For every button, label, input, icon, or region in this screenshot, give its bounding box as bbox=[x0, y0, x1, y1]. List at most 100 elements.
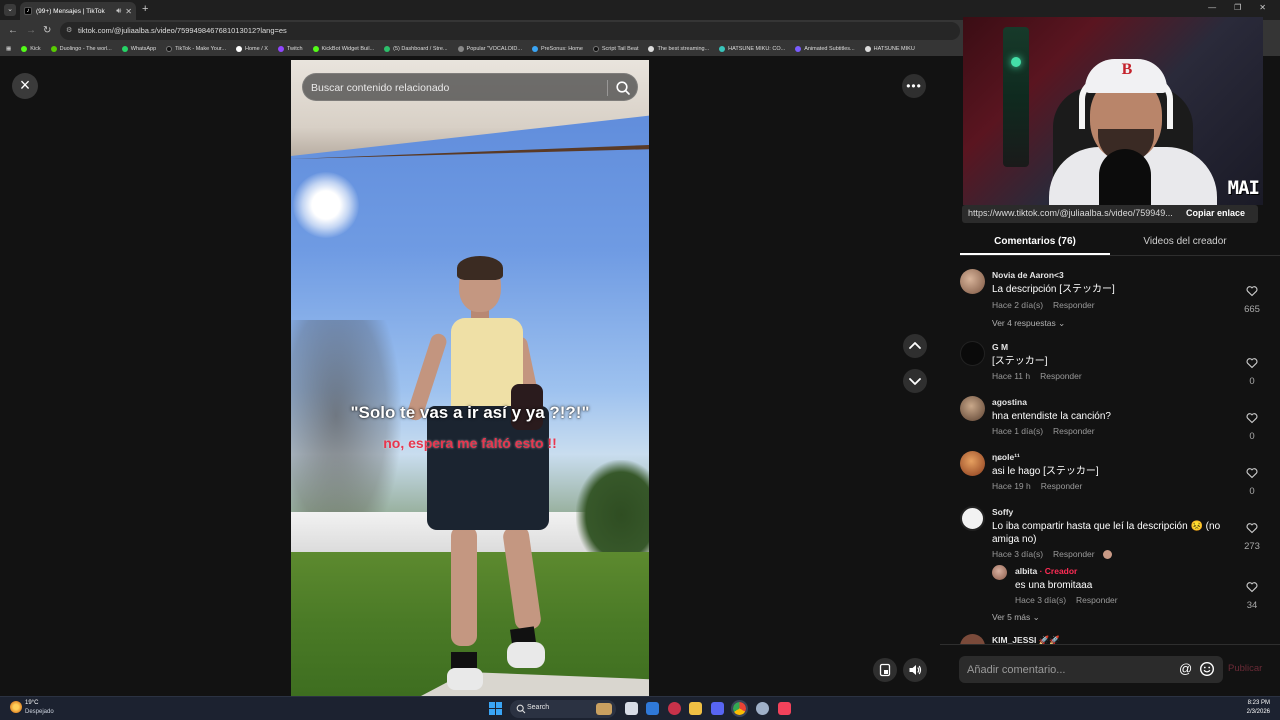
like-button[interactable]: 0 bbox=[1243, 466, 1261, 497]
reply-button[interactable]: Responder bbox=[1053, 549, 1095, 559]
tab-creator-videos[interactable]: Videos del creador bbox=[1110, 236, 1260, 247]
picture-in-picture-button[interactable] bbox=[873, 658, 897, 682]
like-button[interactable]: 0 bbox=[1243, 411, 1261, 442]
comment-username[interactable]: ηɕole¹¹ bbox=[992, 452, 1020, 462]
next-video-button[interactable] bbox=[903, 369, 927, 393]
url-field[interactable]: ⚙ tiktok.com/@juliaalba.s/video/75994984… bbox=[60, 22, 960, 40]
emoji-icon[interactable] bbox=[1199, 661, 1215, 677]
opera-icon[interactable] bbox=[668, 702, 681, 715]
clock-time[interactable]: 8:23 PM bbox=[1248, 700, 1270, 706]
bookmark-vocaloid[interactable]: Popular "VOCALOID... bbox=[457, 46, 522, 52]
bookmark-label: KickBot Widget Buil... bbox=[321, 46, 375, 52]
bookmark-duolingo[interactable]: Duolingo - The worl... bbox=[50, 46, 112, 52]
forward-icon[interactable]: → bbox=[26, 25, 36, 36]
comment-time: Hace 2 día(s) bbox=[992, 300, 1044, 310]
avatar[interactable] bbox=[960, 634, 985, 644]
file-explorer-icon[interactable] bbox=[689, 702, 702, 715]
reply-button[interactable]: Responder bbox=[1040, 371, 1082, 381]
avatar[interactable] bbox=[960, 341, 985, 366]
bookmark-twitch[interactable]: Twitch bbox=[277, 46, 303, 52]
chrome-icon[interactable] bbox=[731, 700, 748, 717]
new-tab-button[interactable]: + bbox=[142, 3, 148, 15]
bookmark-kick[interactable]: Kick bbox=[21, 46, 41, 52]
comment-username[interactable]: Novia de Aaron<3 bbox=[992, 270, 1064, 280]
like-button[interactable]: 34 bbox=[1243, 580, 1261, 611]
comment-username[interactable]: Soffy bbox=[992, 507, 1013, 517]
comment-input[interactable] bbox=[967, 661, 1167, 678]
like-button[interactable]: 665 bbox=[1243, 284, 1261, 315]
weather-icon[interactable] bbox=[10, 701, 22, 713]
search-divider bbox=[607, 80, 608, 96]
comment-meta: Hace 19 h Responder bbox=[992, 481, 1082, 491]
site-info-icon[interactable]: ⚙ bbox=[66, 22, 72, 40]
bookmark-script[interactable]: Script Tail Beat bbox=[592, 46, 638, 52]
bookmark-hatsune[interactable]: HATSUNE MIKU bbox=[864, 46, 915, 52]
speaker-icon[interactable]: 🔊︎ bbox=[116, 6, 121, 16]
bookmark-tiktok[interactable]: TikTok - Make Your... bbox=[166, 46, 226, 52]
close-tab-icon[interactable]: ✕ bbox=[125, 7, 132, 16]
mention-icon[interactable]: @ bbox=[1179, 661, 1192, 676]
comment-text: Lo iba compartir hasta que leí la descri… bbox=[992, 521, 1221, 545]
weather-temperature[interactable]: 19°C bbox=[25, 700, 38, 706]
bookmark-dashboard[interactable]: (5) Dashboard / Stre... bbox=[384, 46, 448, 52]
avatar[interactable] bbox=[992, 565, 1007, 580]
like-button[interactable]: 0 bbox=[1243, 356, 1261, 387]
windows-start-icon[interactable] bbox=[489, 702, 502, 715]
like-button[interactable]: 273 bbox=[1243, 521, 1261, 552]
copy-link-button[interactable]: Copiar enlace bbox=[1186, 208, 1245, 218]
comment-username[interactable]: G M bbox=[992, 342, 1008, 352]
bookmark-streaming[interactable]: The best streaming... bbox=[648, 46, 709, 52]
clock-date[interactable]: 2/3/2026 bbox=[1247, 709, 1270, 715]
browser-tab-active[interactable]: ♪ (99+) Mensajes | TikTok 🔊︎ ✕ bbox=[20, 2, 136, 20]
search-icon[interactable] bbox=[615, 80, 631, 96]
reply-button[interactable]: Responder bbox=[1053, 300, 1095, 310]
view-replies-button[interactable]: Ver 4 respuestas ⌄ bbox=[992, 318, 1065, 329]
previous-video-button[interactable] bbox=[903, 334, 927, 358]
maximize-icon[interactable]: ❐ bbox=[1234, 3, 1241, 12]
search-input[interactable] bbox=[311, 79, 601, 97]
bookmark-label: Duolingo - The worl... bbox=[59, 46, 112, 52]
taskbar-search[interactable]: Search bbox=[510, 700, 616, 718]
share-link-url[interactable]: https://www.tiktok.com/@juliaalba.s/vide… bbox=[968, 208, 1180, 218]
bookmark-x[interactable]: Home / X bbox=[236, 46, 268, 52]
bookmark-kickbot[interactable]: KickBot Widget Buil... bbox=[312, 46, 375, 52]
heart-icon bbox=[1246, 286, 1258, 297]
avatar[interactable] bbox=[960, 269, 985, 294]
heart-icon bbox=[1246, 582, 1258, 593]
bookmark-whatsapp[interactable]: WhatsApp bbox=[121, 46, 156, 52]
avatar[interactable] bbox=[960, 506, 985, 531]
like-count: 0 bbox=[1249, 486, 1255, 497]
reply-button[interactable]: Responder bbox=[1053, 426, 1095, 436]
tab-search-button[interactable]: ⌄ bbox=[4, 4, 16, 16]
discord-icon[interactable] bbox=[711, 702, 724, 715]
bookmark-subtitles[interactable]: Animated Subtitles... bbox=[795, 46, 855, 52]
tab-comments[interactable]: Comentarios (76) bbox=[960, 236, 1110, 247]
publish-button[interactable]: Publicar bbox=[1228, 663, 1262, 674]
reply-button[interactable]: Responder bbox=[1076, 595, 1118, 605]
minimize-icon[interactable]: — bbox=[1208, 3, 1216, 12]
back-icon[interactable]: ← bbox=[8, 25, 18, 36]
apps-icon[interactable]: ▦ bbox=[6, 46, 11, 52]
weather-description[interactable]: Despejado bbox=[25, 709, 54, 715]
settings-icon[interactable] bbox=[756, 702, 769, 715]
comment-username[interactable]: KIM_JESSI 🚀🚀 bbox=[992, 635, 1060, 644]
music-app-icon[interactable] bbox=[778, 702, 791, 715]
avatar[interactable] bbox=[960, 396, 985, 421]
video-player[interactable]: "Solo te vas a ir así y ya ?!?!" no, esp… bbox=[291, 60, 649, 696]
close-viewer-button[interactable]: × bbox=[12, 73, 38, 99]
bookmark-hatsune-co[interactable]: HATSUNE MIKU: CO... bbox=[719, 46, 785, 52]
close-window-icon[interactable]: ✕ bbox=[1259, 3, 1266, 12]
bookmark-presonus[interactable]: PreSonus: Home bbox=[532, 46, 583, 52]
reply-button[interactable]: Responder bbox=[1041, 481, 1083, 491]
view-more-replies-button[interactable]: Ver 5 más ⌄ bbox=[992, 612, 1040, 623]
comment-bar-divider bbox=[940, 644, 1280, 645]
task-view-icon[interactable] bbox=[625, 702, 638, 715]
volume-button[interactable] bbox=[903, 658, 927, 682]
edge-icon[interactable] bbox=[646, 702, 659, 715]
more-options-button[interactable]: ••• bbox=[902, 74, 926, 98]
comment-username[interactable]: agostina bbox=[992, 397, 1027, 407]
reply-username[interactable]: albita · Creador bbox=[1015, 566, 1077, 576]
reload-icon[interactable]: ↻ bbox=[43, 25, 51, 36]
video-caption: "Solo te vas a ir así y ya ?!?!" bbox=[350, 403, 590, 422]
avatar[interactable] bbox=[960, 451, 985, 476]
